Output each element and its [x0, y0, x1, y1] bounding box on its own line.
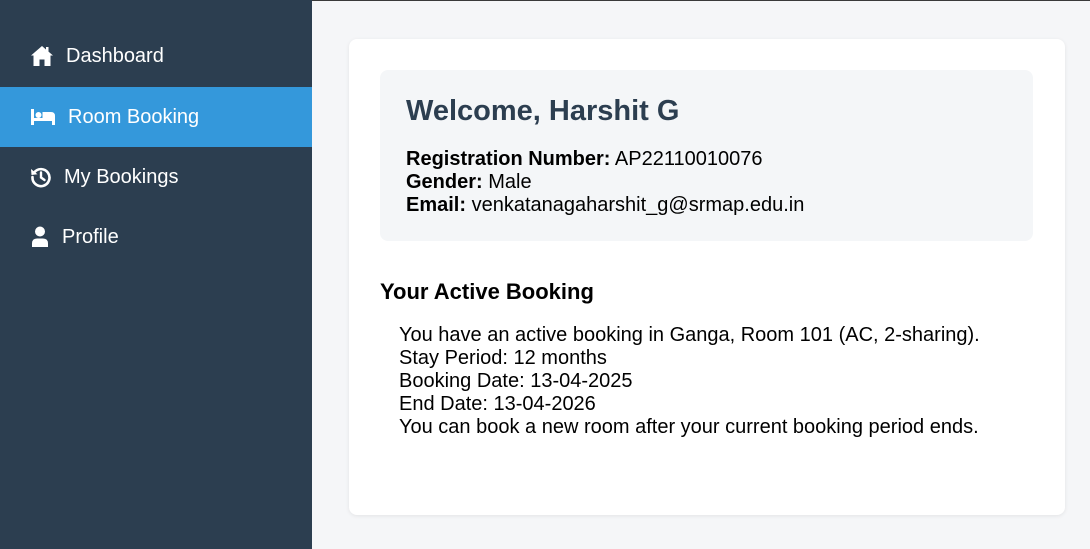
sidebar-item-label: Dashboard [66, 44, 164, 67]
sidebar-item-dashboard[interactable]: Dashboard [0, 26, 312, 86]
gender: Gender: Male [406, 171, 532, 194]
history-icon [30, 165, 52, 189]
sidebar-item-label: Room Booking [68, 105, 200, 128]
sidebar-item-label: My Bookings [64, 165, 179, 188]
registration-number: Registration Number: AP22110010076 [406, 148, 762, 171]
sidebar-item-label: Profile [62, 225, 119, 248]
main-card: Welcome, Harshit G Registration Number: … [349, 39, 1065, 515]
gender-label: Gender: [406, 171, 483, 193]
email: Email: venkatanagaharshit_g@srmap.edu.in [406, 194, 804, 217]
page-title: Welcome, Harshit G [406, 95, 680, 127]
welcome-panel: Welcome, Harshit G Registration Number: … [380, 70, 1033, 241]
email-value: venkatanagaharshit_g@srmap.edu.in [471, 194, 805, 216]
sidebar-item-room-booking[interactable]: Room Booking [0, 87, 312, 147]
sidebar-item-profile[interactable]: Profile [0, 207, 312, 267]
home-icon [30, 44, 54, 68]
booking-message: You have an active booking in Ganga, Roo… [399, 324, 980, 346]
user-icon [30, 225, 50, 249]
sidebar: Dashboard Room Booking My Bookings Profi… [0, 0, 312, 549]
booking-note: You can book a new room after your curre… [399, 416, 979, 438]
booking-date: Booking Date: 13-04-2025 [399, 370, 633, 392]
email-label: Email: [406, 194, 467, 216]
sidebar-item-my-bookings[interactable]: My Bookings [0, 147, 312, 207]
stay-period: Stay Period: 12 months [399, 347, 607, 369]
active-booking-title: Your Active Booking [380, 279, 594, 304]
gender-value: Male [488, 171, 532, 193]
bed-icon [30, 105, 56, 129]
end-date: End Date: 13-04-2026 [399, 393, 596, 415]
registration-label: Registration Number: [406, 148, 611, 170]
registration-value: AP22110010076 [614, 148, 763, 170]
